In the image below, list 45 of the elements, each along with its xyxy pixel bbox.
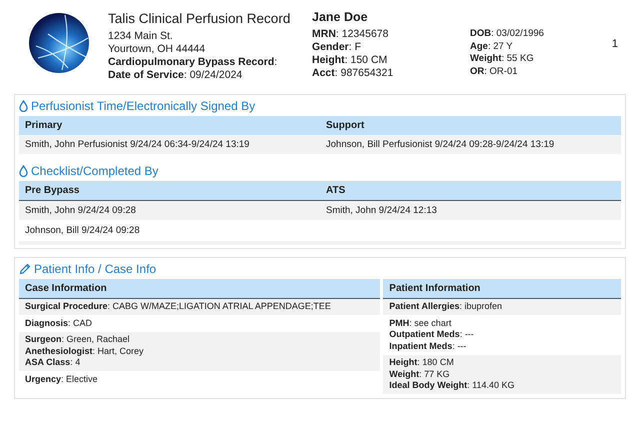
table-cell: Smith, John Perfusionist 9/24/24 06:34-9/24/24 13:19 bbox=[19, 135, 320, 155]
info-line: Outpatient Meds: --- bbox=[389, 329, 475, 340]
patient-detail: DOB: 03/02/1996 bbox=[470, 28, 545, 40]
record-info: Date of Service: 09/24/2024 bbox=[108, 69, 244, 82]
section-title: Patient Info / Case Info bbox=[34, 262, 156, 276]
info-line: Surgical Procedure: CABG W/MAZE;LIGATION ATRIAL APPENDAGE;TEE bbox=[25, 301, 332, 312]
info-line: Height: 180 CM bbox=[389, 357, 455, 368]
info-line: ASA Class: 4 bbox=[25, 357, 82, 368]
patient-detail: Age: 27 Y bbox=[470, 40, 514, 53]
logo bbox=[28, 12, 90, 74]
water-drop-icon bbox=[19, 165, 28, 177]
column-header: Primary bbox=[19, 116, 320, 135]
patient-field: Gender: F bbox=[312, 41, 470, 54]
patient-detail: Weight: 55 KG bbox=[470, 53, 535, 66]
table-cell: Smith, John 9/24/24 09:28 bbox=[19, 201, 320, 221]
column-header: ATS bbox=[320, 181, 621, 201]
info-line: PMH: see chart bbox=[389, 318, 452, 329]
info-line: Urgency: Elective bbox=[25, 374, 99, 385]
info-line: Patient Allergies: ibuprofen bbox=[389, 301, 504, 312]
info-line: Anethesiologist: Hart, Corey bbox=[25, 346, 145, 357]
patient-field: Acct: 987654321 bbox=[312, 67, 470, 80]
section-title: Checklist/Completed By bbox=[31, 164, 158, 178]
patient-field: MRN: 12345678 bbox=[312, 28, 470, 41]
column-header: Support bbox=[320, 116, 621, 135]
column-header: Patient Information bbox=[383, 279, 621, 299]
section-title: Perfusionist Time/Electronically Signed By bbox=[31, 99, 256, 113]
page-number: 1 bbox=[612, 38, 618, 50]
info-line: Surgeon: Green, Rachael bbox=[25, 334, 131, 346]
column-header: Pre Bypass bbox=[19, 181, 320, 201]
table-cell: Johnson, Bill Perfusionist 9/24/24 09:28-9/24/24 13:19 bbox=[320, 135, 621, 155]
record-info: Cardiopulmonary Bypass Record: bbox=[108, 56, 278, 69]
info-line: Inpatient Meds: --- bbox=[389, 340, 468, 352]
address-line: Yourtown, OH 44444 bbox=[108, 43, 206, 56]
table-cell: Smith, John 9/24/24 12:13 bbox=[320, 201, 621, 221]
record-title: Talis Clinical Perfusion Record bbox=[108, 11, 292, 26]
patient-detail: OR: OR-01 bbox=[470, 66, 519, 78]
patient-field: Height: 150 CM bbox=[312, 54, 470, 67]
address-line: 1234 Main St. bbox=[108, 30, 174, 43]
info-line: Weight: 77 KG bbox=[389, 368, 451, 380]
water-drop-icon bbox=[19, 100, 28, 112]
pencil-icon bbox=[19, 263, 31, 275]
info-line: Ideal Body Weight: 114.40 KG bbox=[389, 380, 516, 392]
patient-name: Jane Doe bbox=[312, 10, 369, 24]
column-header: Case Information bbox=[19, 279, 380, 299]
info-line: Diagnosis: CAD bbox=[25, 318, 94, 329]
